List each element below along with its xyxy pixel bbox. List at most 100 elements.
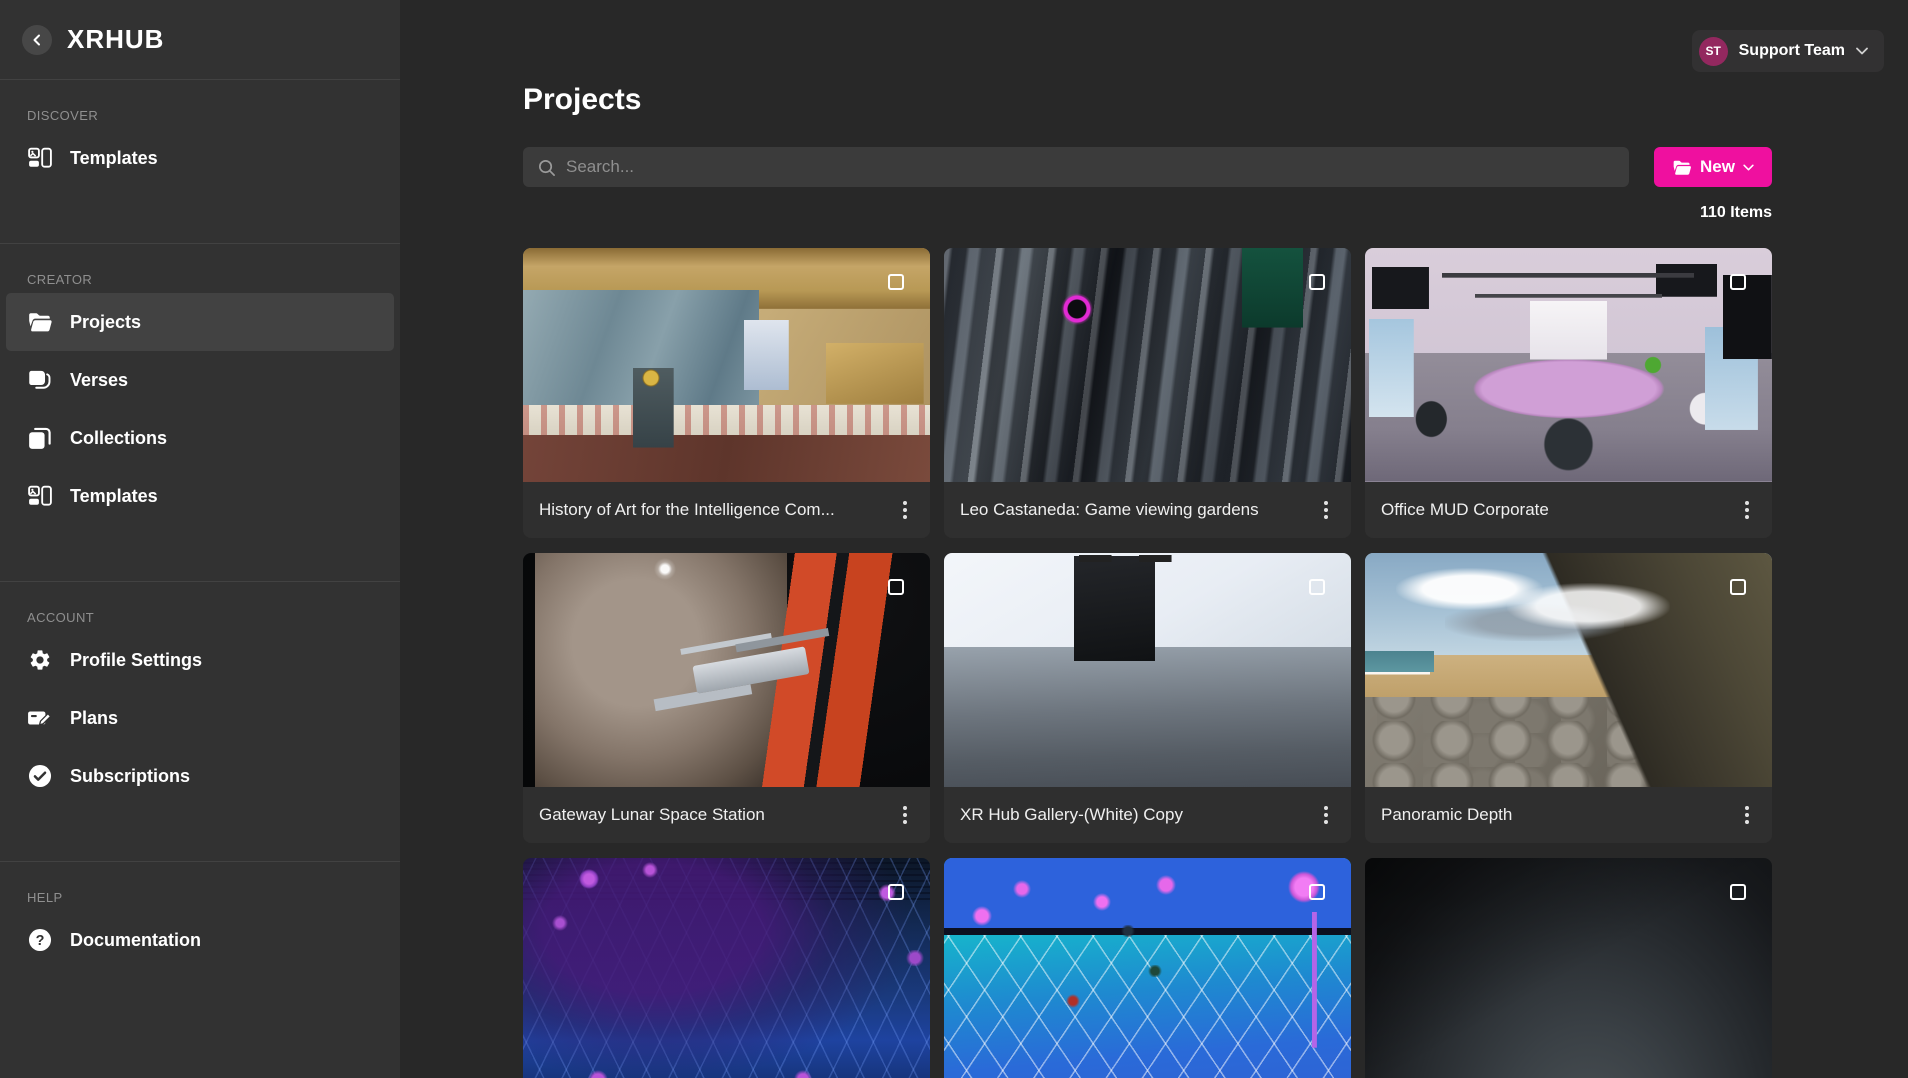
search-icon xyxy=(537,158,556,177)
sidebar-item-label: Templates xyxy=(70,148,158,169)
search-input[interactable] xyxy=(566,157,1615,177)
project-card[interactable]: XR Hub Gallery-(White) Copy xyxy=(944,553,1351,843)
search-box xyxy=(523,147,1629,187)
projects-page: Projects New 110 Items History of Art fo… xyxy=(523,0,1772,1078)
sidebar-item-templates-discover[interactable]: Templates xyxy=(6,129,394,187)
sidebar-section-help: HELP ? Documentation xyxy=(0,862,400,1025)
sidebar-section-account: ACCOUNT Profile Settings Plans Subscript… xyxy=(0,582,400,862)
section-label: ACCOUNT xyxy=(27,610,400,626)
section-label: DISCOVER xyxy=(27,108,400,124)
sidebar-item-label: Plans xyxy=(70,708,118,729)
chevron-left-icon xyxy=(31,34,43,46)
project-card[interactable]: History of Art for the Intelligence Com.… xyxy=(523,248,930,538)
project-title: Gateway Lunar Space Station xyxy=(539,805,890,825)
sidebar-item-label: Verses xyxy=(70,370,128,391)
sidebar-item-subscriptions[interactable]: Subscriptions xyxy=(6,747,394,805)
sidebar-item-projects[interactable]: Projects xyxy=(6,293,394,351)
kebab-menu-icon[interactable] xyxy=(1311,798,1341,832)
collapse-sidebar-button[interactable] xyxy=(22,25,52,55)
sidebar-section-creator: CREATOR Projects Verses Collections Temp… xyxy=(0,244,400,582)
sidebar-item-verses[interactable]: Verses xyxy=(6,351,394,409)
project-title: History of Art for the Intelligence Com.… xyxy=(539,500,890,520)
new-button-label: New xyxy=(1700,157,1735,177)
sidebar-item-profile-settings[interactable]: Profile Settings xyxy=(6,631,394,689)
items-count: 110 Items xyxy=(523,204,1772,222)
section-label: HELP xyxy=(27,890,400,906)
folder-open-icon xyxy=(27,310,53,334)
sidebar: XRHUB DISCOVER Templates CREATOR Project… xyxy=(0,0,400,1078)
card-footer: Panoramic Depth xyxy=(1365,787,1772,843)
collections-icon xyxy=(27,426,53,450)
kebab-menu-icon[interactable] xyxy=(1311,493,1341,527)
project-card[interactable] xyxy=(944,858,1351,1078)
app-logo: XRHUB xyxy=(67,24,164,55)
project-thumbnail xyxy=(944,248,1351,482)
section-label: CREATOR xyxy=(27,272,400,288)
select-checkbox[interactable] xyxy=(1730,579,1746,595)
project-thumbnail xyxy=(523,248,930,482)
sidebar-header: XRHUB xyxy=(0,0,400,80)
project-thumbnail xyxy=(523,553,930,787)
select-checkbox[interactable] xyxy=(888,884,904,900)
page-title: Projects xyxy=(523,83,1772,117)
projects-grid: History of Art for the Intelligence Com.… xyxy=(523,248,1772,1078)
project-card[interactable]: Office MUD Corporate xyxy=(1365,248,1772,538)
project-title: Office MUD Corporate xyxy=(1381,500,1732,520)
project-thumbnail xyxy=(523,858,930,1078)
sidebar-section-discover: DISCOVER Templates xyxy=(0,80,400,244)
user-name: Support Team xyxy=(1739,42,1845,60)
sidebar-item-collections[interactable]: Collections xyxy=(6,409,394,467)
project-card[interactable] xyxy=(1365,858,1772,1078)
sidebar-item-label: Documentation xyxy=(70,930,201,951)
chevron-down-icon xyxy=(1743,164,1754,171)
templates-icon xyxy=(27,146,53,170)
select-checkbox[interactable] xyxy=(888,274,904,290)
folder-open-icon xyxy=(1672,159,1692,176)
card-footer: XR Hub Gallery-(White) Copy xyxy=(944,787,1351,843)
question-circle-icon: ? xyxy=(27,928,53,952)
kebab-menu-icon[interactable] xyxy=(890,798,920,832)
kebab-menu-icon[interactable] xyxy=(1732,798,1762,832)
project-thumbnail xyxy=(944,858,1351,1078)
toolbar: New xyxy=(523,147,1772,187)
select-checkbox[interactable] xyxy=(1309,274,1325,290)
card-footer: Leo Castaneda: Game viewing gardens xyxy=(944,482,1351,538)
sidebar-item-label: Subscriptions xyxy=(70,766,190,787)
select-checkbox[interactable] xyxy=(1309,884,1325,900)
new-project-button[interactable]: New xyxy=(1654,147,1772,187)
select-checkbox[interactable] xyxy=(888,579,904,595)
layers-icon xyxy=(27,368,53,392)
project-thumbnail xyxy=(1365,553,1772,787)
main-content: ST Support Team Projects New 110 Items xyxy=(400,0,1908,1078)
select-checkbox[interactable] xyxy=(1309,579,1325,595)
card-footer: Gateway Lunar Space Station xyxy=(523,787,930,843)
gear-icon xyxy=(27,648,53,672)
project-thumbnail xyxy=(944,553,1351,787)
user-menu-button[interactable]: ST Support Team xyxy=(1692,30,1884,72)
project-thumbnail xyxy=(1365,858,1772,1078)
project-card[interactable]: Gateway Lunar Space Station xyxy=(523,553,930,843)
sidebar-item-plans[interactable]: Plans xyxy=(6,689,394,747)
kebab-menu-icon[interactable] xyxy=(890,493,920,527)
project-card[interactable] xyxy=(523,858,930,1078)
select-checkbox[interactable] xyxy=(1730,884,1746,900)
chevron-down-icon xyxy=(1856,47,1868,55)
svg-text:?: ? xyxy=(36,933,45,949)
project-card[interactable]: Leo Castaneda: Game viewing gardens xyxy=(944,248,1351,538)
avatar: ST xyxy=(1699,37,1728,66)
select-checkbox[interactable] xyxy=(1730,274,1746,290)
card-footer: Office MUD Corporate xyxy=(1365,482,1772,538)
project-title: XR Hub Gallery-(White) Copy xyxy=(960,805,1311,825)
sidebar-item-label: Profile Settings xyxy=(70,650,202,671)
project-thumbnail xyxy=(1365,248,1772,482)
project-title: Leo Castaneda: Game viewing gardens xyxy=(960,500,1311,520)
card-footer: History of Art for the Intelligence Com.… xyxy=(523,482,930,538)
project-card[interactable]: Panoramic Depth xyxy=(1365,553,1772,843)
sidebar-item-label: Templates xyxy=(70,486,158,507)
sidebar-item-label: Collections xyxy=(70,428,167,449)
sidebar-item-documentation[interactable]: ? Documentation xyxy=(6,911,394,969)
kebab-menu-icon[interactable] xyxy=(1732,493,1762,527)
sidebar-item-templates[interactable]: Templates xyxy=(6,467,394,525)
plans-card-icon xyxy=(27,706,53,730)
templates-icon xyxy=(27,484,53,508)
